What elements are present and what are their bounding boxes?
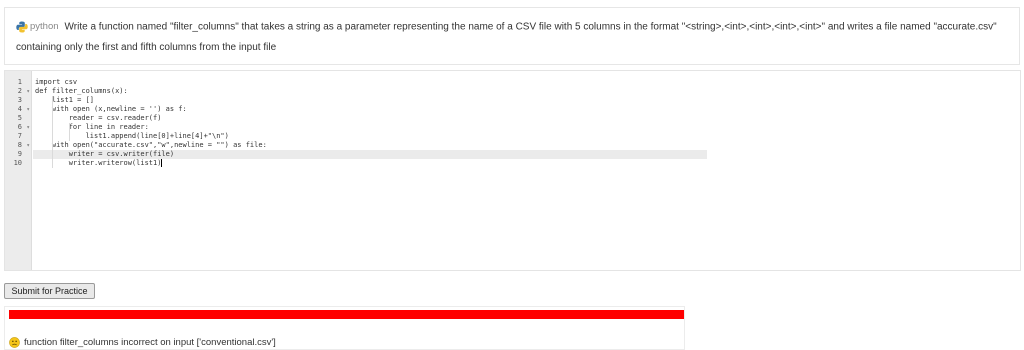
code-text: def filter_columns(x): xyxy=(35,87,128,95)
line-number-row: 8 ▾ xyxy=(5,141,32,150)
line-number: 9 xyxy=(17,150,22,158)
line-number: 6 xyxy=(17,123,22,131)
text-cursor xyxy=(161,159,163,167)
question-panel: python Write a function named "filter_co… xyxy=(4,7,1020,65)
fold-arrow-icon[interactable]: ▾ xyxy=(26,141,30,150)
sad-face-icon xyxy=(9,336,20,348)
code-line[interactable]: writer.writerow(list1) xyxy=(35,159,163,168)
line-number-row: 5 xyxy=(5,114,32,123)
line-number-row: 3 xyxy=(5,96,32,105)
code-line[interactable]: list1 = [] xyxy=(35,96,94,105)
indent-guide xyxy=(68,123,70,141)
line-number-row: 10 xyxy=(5,159,32,168)
line-number-row: 4 ▾ xyxy=(5,105,32,114)
submit-button[interactable]: Submit for Practice xyxy=(4,283,95,299)
line-number: 7 xyxy=(17,132,22,140)
line-number: 1 xyxy=(17,78,22,86)
line-number: 8 xyxy=(17,141,22,149)
question-text: Write a function named "filter_columns" … xyxy=(16,21,997,53)
line-number-row: 1 xyxy=(5,78,32,87)
line-number: 5 xyxy=(17,114,22,122)
code-text: writer.writerow(list1) xyxy=(35,159,162,167)
code-line[interactable]: writer = csv.writer(file) xyxy=(35,150,174,159)
python-logo-icon xyxy=(16,21,28,33)
code-text: list1.append(line[0]+line[4]+"\n") xyxy=(35,132,229,140)
language-tag: python xyxy=(16,17,59,37)
language-label: python xyxy=(30,21,59,32)
code-text: writer = csv.writer(file) xyxy=(35,150,175,158)
result-panel: function filter_columns incorrect on inp… xyxy=(4,306,685,350)
code-line[interactable]: reader = csv.reader(f) xyxy=(35,114,162,123)
code-line[interactable]: with open (x,newline = '') as f: xyxy=(35,105,187,114)
line-number: 10 xyxy=(13,159,22,167)
code-text: with open("accurate.csv","w",newline = "… xyxy=(35,141,267,149)
line-number: 3 xyxy=(17,96,22,104)
code-line[interactable]: def filter_columns(x): xyxy=(35,87,128,96)
indent-guide xyxy=(51,150,53,168)
fold-arrow-icon[interactable]: ▾ xyxy=(26,87,30,96)
code-line[interactable]: list1.append(line[0]+line[4]+"\n") xyxy=(35,132,229,141)
code-text: with open (x,newline = '') as f: xyxy=(35,105,187,113)
code-text: list1 = [] xyxy=(35,96,95,104)
line-number-row: 7 xyxy=(5,132,32,141)
code-text: import csv xyxy=(35,78,78,86)
code-line[interactable]: import csv xyxy=(35,78,77,87)
line-number: 2 xyxy=(17,87,22,95)
line-number: 4 xyxy=(17,105,22,113)
result-message: function filter_columns incorrect on inp… xyxy=(24,336,276,348)
fold-arrow-icon[interactable]: ▾ xyxy=(26,105,30,114)
line-number-row: 9 xyxy=(5,150,32,159)
line-number-gutter: 1 2 ▾ 3 4 ▾ 5 6 ▾ 7 8 ▾ 9 10 xyxy=(5,71,32,270)
fold-arrow-icon[interactable]: ▾ xyxy=(26,123,30,132)
code-line[interactable]: with open("accurate.csv","w",newline = "… xyxy=(35,141,267,150)
line-number-row: 2 ▾ xyxy=(5,87,32,96)
code-editor[interactable]: 1 2 ▾ 3 4 ▾ 5 6 ▾ 7 8 ▾ 9 10 import csv def filter_col… xyxy=(4,70,1021,271)
result-message-row: function filter_columns incorrect on inp… xyxy=(9,336,276,348)
status-bar xyxy=(9,310,684,319)
code-text: reader = csv.reader(f) xyxy=(35,114,162,122)
line-number-row: 6 ▾ xyxy=(5,123,32,132)
